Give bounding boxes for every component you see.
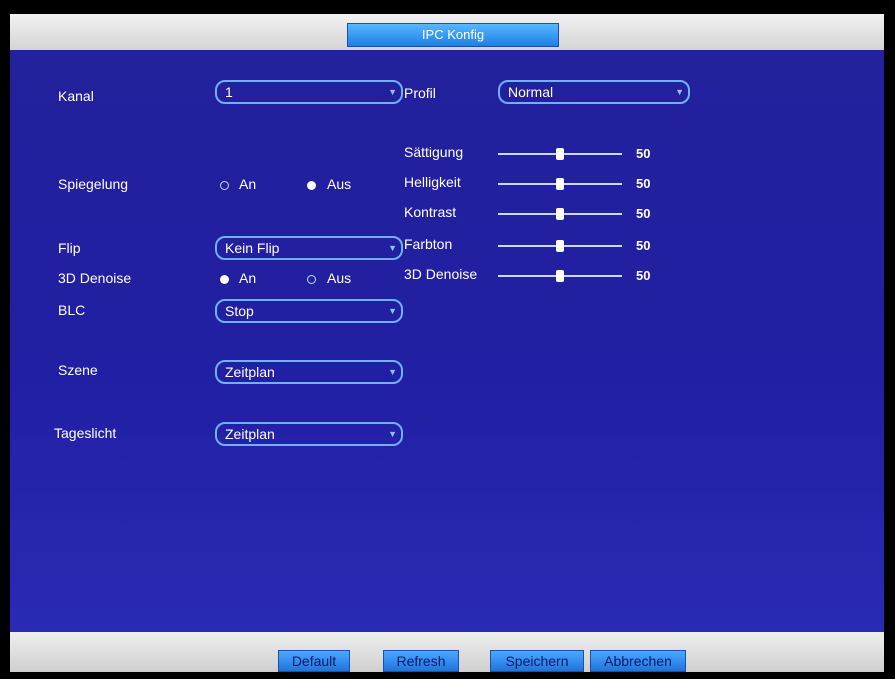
spiegelung-an-radio[interactable] (220, 181, 229, 190)
chevron-down-icon: ▼ (388, 306, 397, 316)
slider-label: Kontrast (404, 204, 457, 220)
szene-value: Zeitplan (225, 364, 275, 380)
chevron-down-icon: ▼ (675, 87, 684, 97)
slider[interactable] (498, 147, 622, 161)
ipc-config-screen: IPC Konfig Kanal 1 ▼ Spiegelung An Aus F… (10, 14, 884, 672)
default-button[interactable]: Default (278, 650, 350, 672)
spiegelung-label: Spiegelung (58, 176, 129, 192)
denoise-label: 3D Denoise (58, 270, 132, 286)
slider-handle[interactable] (556, 270, 564, 282)
slider-handle[interactable] (556, 240, 564, 252)
szene-select[interactable]: Zeitplan ▼ (215, 360, 403, 384)
slider-value: 50 (636, 146, 651, 161)
flip-select[interactable]: Kein Flip ▼ (215, 236, 403, 260)
profil-label: Profil (404, 85, 436, 101)
kanal-select[interactable]: 1 ▼ (215, 80, 403, 104)
tageslicht-select[interactable]: Zeitplan ▼ (215, 422, 403, 446)
profil-select[interactable]: Normal ▼ (498, 80, 690, 104)
flip-value: Kein Flip (225, 240, 280, 256)
slider-value: 50 (636, 268, 651, 283)
kanal-label: Kanal (58, 88, 94, 104)
blc-select[interactable]: Stop ▼ (215, 299, 403, 323)
slider-handle[interactable] (556, 148, 564, 160)
slider-label: Sättigung (404, 144, 464, 160)
slider[interactable] (498, 269, 622, 283)
chevron-down-icon: ▼ (388, 429, 397, 439)
slider-label: Farbton (404, 236, 453, 252)
slider-value: 50 (636, 238, 651, 253)
spiegelung-an-label: An (239, 176, 257, 192)
kanal-value: 1 (225, 84, 233, 100)
denoise-an-label: An (239, 270, 257, 286)
slider-value: 50 (636, 176, 651, 191)
slider[interactable] (498, 207, 622, 221)
slider-label: Helligkeit (404, 174, 461, 190)
blc-value: Stop (225, 303, 254, 319)
chevron-down-icon: ▼ (388, 87, 397, 97)
top-bar: IPC Konfig (10, 14, 884, 50)
tageslicht-label: Tageslicht (54, 425, 117, 441)
chevron-down-icon: ▼ (388, 367, 397, 377)
szene-label: Szene (58, 362, 98, 378)
speichern-button[interactable]: Speichern (490, 650, 584, 672)
abbrechen-button[interactable]: Abbrechen (590, 650, 686, 672)
slider-label: 3D Denoise (404, 266, 478, 282)
spiegelung-aus-radio[interactable] (307, 181, 316, 190)
slider-value: 50 (636, 206, 651, 221)
flip-label: Flip (58, 240, 81, 256)
blc-label: BLC (58, 302, 86, 318)
denoise-an-radio[interactable] (220, 275, 229, 284)
window-title: IPC Konfig (347, 23, 559, 47)
slider-handle[interactable] (556, 178, 564, 190)
denoise-aus-radio[interactable] (307, 275, 316, 284)
slider[interactable] (498, 177, 622, 191)
chevron-down-icon: ▼ (388, 243, 397, 253)
spiegelung-aus-label: Aus (327, 176, 352, 192)
slider[interactable] (498, 239, 622, 253)
tageslicht-value: Zeitplan (225, 426, 275, 442)
denoise-aus-label: Aus (327, 270, 352, 286)
profil-value: Normal (508, 84, 554, 100)
slider-handle[interactable] (556, 208, 564, 220)
refresh-button[interactable]: Refresh (383, 650, 459, 672)
